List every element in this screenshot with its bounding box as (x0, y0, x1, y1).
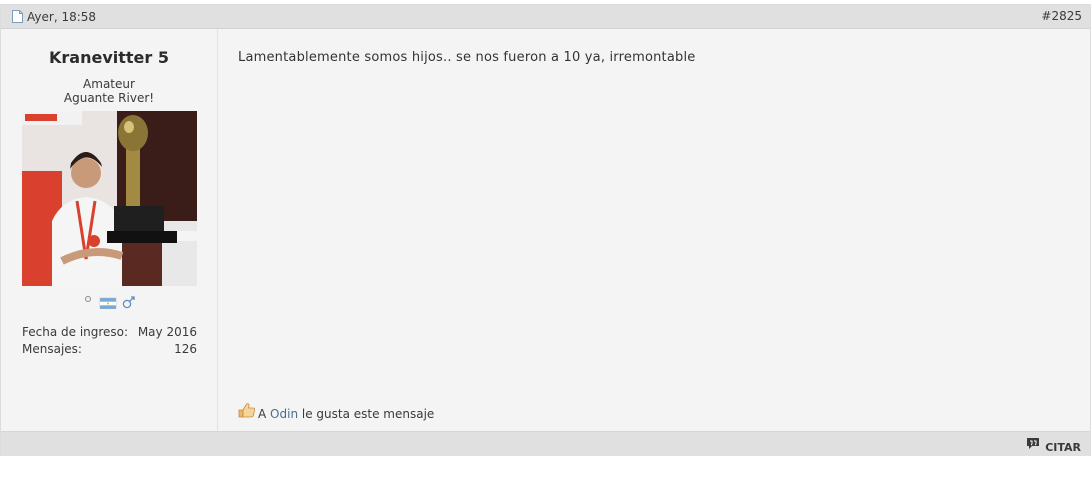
avatar[interactable] (22, 111, 197, 286)
document-icon (12, 10, 23, 23)
user-custom-title: Aguante River! (63, 91, 155, 105)
posts-count-value: 126 (174, 342, 197, 356)
post-footer: CITAR (1, 431, 1090, 456)
username-link[interactable]: Kranevitter 5 (1, 48, 217, 68)
forum-post: Ayer, 18:58 #2825 Kranevitter 5 Amateur … (0, 4, 1091, 456)
likes-suffix: le gusta este mensaje (301, 407, 435, 421)
liker-user-link[interactable]: Odin (270, 407, 298, 421)
likes-prefix: A (258, 407, 267, 421)
post-header: Ayer, 18:58 #2825 (1, 5, 1090, 29)
post-number-link[interactable]: #2825 (1041, 9, 1082, 23)
status-icons (85, 296, 135, 309)
user-info-panel: Kranevitter 5 Amateur Aguante River! Fec… (1, 29, 218, 431)
argentina-flag-icon[interactable] (99, 297, 117, 309)
quote-icon (1027, 438, 1040, 449)
male-gender-icon (122, 296, 135, 309)
quote-label: CITAR (1045, 441, 1081, 454)
join-date-label: Fecha de ingreso: (22, 325, 129, 339)
thumbs-up-icon (238, 403, 255, 418)
post-date: Ayer, 18:58 (27, 10, 97, 24)
quote-button[interactable]: CITAR (1026, 436, 1081, 454)
likes-text: A Odin le gusta este mensaje (258, 406, 434, 422)
join-date-value: May 2016 (137, 325, 197, 339)
user-rank: Amateur (83, 77, 135, 91)
posts-count-label: Mensajes: (22, 342, 82, 356)
offline-status-icon (85, 296, 91, 302)
post-message: Lamentablemente somos hijos.. se nos fue… (238, 50, 696, 65)
